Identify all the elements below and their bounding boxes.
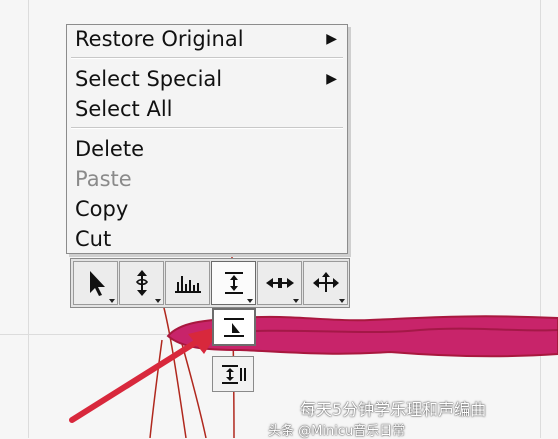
watermark-credit: 头条 @Minicu音乐日常 bbox=[268, 424, 406, 439]
menu-item-label: Restore Original bbox=[75, 27, 244, 51]
move-cross-icon bbox=[312, 272, 339, 292]
watermark-text: 每天5分钟学乐理和声编曲 bbox=[300, 400, 487, 419]
pitch-trace bbox=[161, 299, 187, 438]
menu-item-select-special[interactable]: Select Special ▶ bbox=[75, 65, 341, 93]
pitch-tool-button[interactable] bbox=[119, 261, 164, 305]
flyout-time-handle-pause-button[interactable] bbox=[212, 356, 254, 392]
pitch-trace bbox=[149, 339, 163, 438]
amplitude-tool-button[interactable] bbox=[165, 261, 210, 305]
time-handle-pause-icon bbox=[222, 365, 246, 384]
pitch-trace bbox=[181, 343, 207, 438]
menu-item-label: Select All bbox=[75, 97, 173, 121]
move-tool-button[interactable] bbox=[303, 261, 348, 305]
vertical-pitch-icon bbox=[135, 270, 148, 296]
time-handle-icon bbox=[224, 318, 244, 337]
horizontal-stretch-icon bbox=[265, 278, 294, 288]
stretch-tool-button[interactable] bbox=[257, 261, 302, 305]
menu-item-label: Select Special bbox=[75, 67, 223, 91]
menu-item-label: Copy bbox=[75, 197, 129, 221]
flyout-time-handle-button[interactable] bbox=[212, 308, 256, 346]
menu-item-restore-original[interactable]: Restore Original ▶ bbox=[75, 25, 341, 53]
dropdown-indicator bbox=[155, 299, 161, 303]
menu-item-paste: Paste bbox=[75, 165, 341, 193]
dropdown-indicator bbox=[109, 299, 115, 303]
menu-item-select-all[interactable]: Select All bbox=[75, 95, 341, 123]
tool-palette bbox=[70, 258, 350, 308]
menu-item-label: Paste bbox=[75, 167, 132, 191]
submenu-arrow-icon: ▶ bbox=[326, 31, 337, 47]
annotation-arrow bbox=[69, 333, 209, 423]
editor-canvas[interactable]: Restore Original ▶ Select Special ▶ Sele… bbox=[0, 0, 558, 439]
submenu-arrow-icon: ▶ bbox=[326, 71, 337, 87]
menu-item-cut[interactable]: Cut bbox=[75, 225, 341, 253]
pointer-arrow-icon bbox=[89, 271, 105, 296]
menu-item-delete[interactable]: Delete bbox=[75, 135, 341, 163]
time-tool-button[interactable] bbox=[211, 261, 256, 305]
menu-separator bbox=[71, 57, 343, 59]
amplitude-bars-icon bbox=[174, 276, 201, 293]
dropdown-indicator bbox=[339, 299, 345, 303]
dropdown-indicator bbox=[293, 299, 299, 303]
time-stretch-vertical-icon bbox=[224, 272, 243, 294]
menu-separator bbox=[71, 127, 343, 129]
context-menu: Restore Original ▶ Select Special ▶ Sele… bbox=[66, 24, 348, 254]
menu-item-copy[interactable]: Copy bbox=[75, 195, 341, 223]
menu-item-label: Cut bbox=[75, 227, 112, 251]
dropdown-indicator bbox=[247, 299, 253, 303]
menu-item-label: Delete bbox=[75, 137, 144, 161]
main-tool-button[interactable] bbox=[73, 261, 118, 305]
